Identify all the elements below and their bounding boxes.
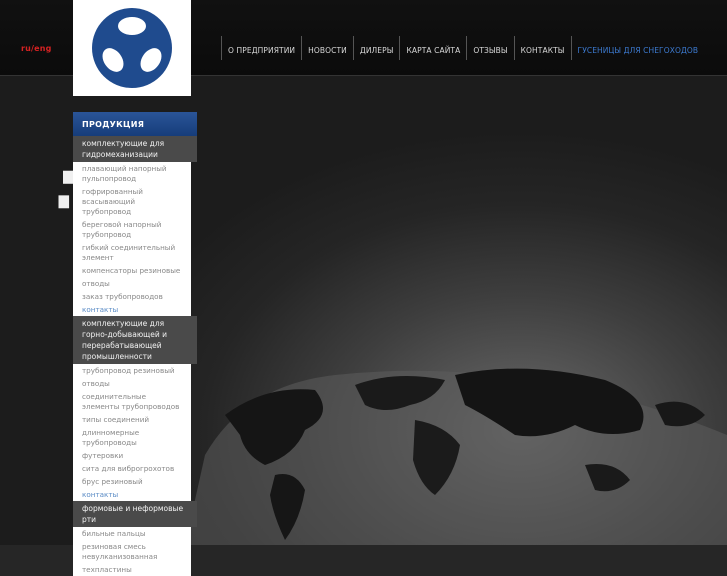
nav-item-snowmobile-tracks[interactable]: ГУСЕНИЦЫ ДЛЯ СНЕГОХОДОВ	[570, 36, 705, 60]
nav-item-contacts[interactable]: КОНТАКТЫ	[513, 36, 571, 60]
logo-icon	[92, 8, 172, 88]
sidebar-link[interactable]: резиновая смесь невулканизованная	[73, 540, 191, 563]
sidebar-link[interactable]: плавающий напорный пульпопровод	[73, 162, 191, 185]
sidebar-link[interactable]: соединительные элементы трубопроводов	[73, 390, 191, 413]
sidebar-category-rubber-products[interactable]: формовые и неформовые рти	[73, 501, 197, 527]
nav-item-sitemap[interactable]: КАРТА САЙТА	[399, 36, 466, 60]
sidebar-link[interactable]: бильные пальцы	[73, 527, 191, 540]
sidebar-link[interactable]: типы соединений	[73, 413, 191, 426]
sidebar-link[interactable]: береговой напорный трубопровод	[73, 218, 191, 241]
product-sidebar: ПРОДУКЦИЯ комплектующие для гидромеханиз…	[73, 112, 197, 576]
sidebar-link-contacts[interactable]: контакты	[73, 488, 191, 501]
main-nav: О ПРЕДПРИЯТИИ НОВОСТИ ДИЛЕРЫ КАРТА САЙТА…	[221, 36, 704, 60]
sidebar-link[interactable]: отводы	[73, 277, 191, 290]
sidebar-sublist: трубопровод резиновый отводы соединитель…	[73, 364, 191, 501]
nav-item-about[interactable]: О ПРЕДПРИЯТИИ	[221, 36, 301, 60]
nav-item-news[interactable]: НОВОСТИ	[301, 36, 353, 60]
sidebar-link[interactable]: гибкий соединительный элемент	[73, 241, 191, 264]
sidebar-link[interactable]: сита для виброгрохотов	[73, 462, 191, 475]
world-map-graphic	[185, 368, 727, 545]
sidebar-link[interactable]: футеровки	[73, 449, 191, 462]
nav-item-reviews[interactable]: ОТЗЫВЫ	[466, 36, 513, 60]
sidebar-link[interactable]: длинномерные трубопроводы	[73, 426, 191, 449]
sidebar-sublist: бильные пальцы резиновая смесь невулкани…	[73, 527, 191, 576]
sidebar-link[interactable]: техпластины	[73, 563, 191, 576]
sidebar-category-mining[interactable]: комплектующие для горно-добывающей и пер…	[73, 316, 197, 364]
sidebar-link[interactable]: гофрированный всасывающий трубопровод	[73, 185, 191, 218]
nav-item-dealers[interactable]: ДИЛЕРЫ	[352, 36, 400, 60]
language-switch[interactable]: ru/eng	[21, 44, 52, 53]
sidebar-link[interactable]: брус резиновый	[73, 475, 191, 488]
sidebar-link[interactable]: трубопровод резиновый	[73, 364, 191, 377]
company-logo[interactable]	[73, 0, 191, 96]
sidebar-link[interactable]: отводы	[73, 377, 191, 390]
sidebar-category-hydromechanization[interactable]: комплектующие для гидромеханизации	[73, 136, 197, 162]
sidebar-link[interactable]: заказ трубопроводов	[73, 290, 191, 303]
sidebar-sublist: плавающий напорный пульпопровод гофриров…	[73, 162, 191, 316]
sidebar-title: ПРОДУКЦИЯ	[73, 112, 197, 136]
sidebar-link-contacts[interactable]: контакты	[73, 303, 191, 316]
sidebar-link[interactable]: компенсаторы резиновые	[73, 264, 191, 277]
